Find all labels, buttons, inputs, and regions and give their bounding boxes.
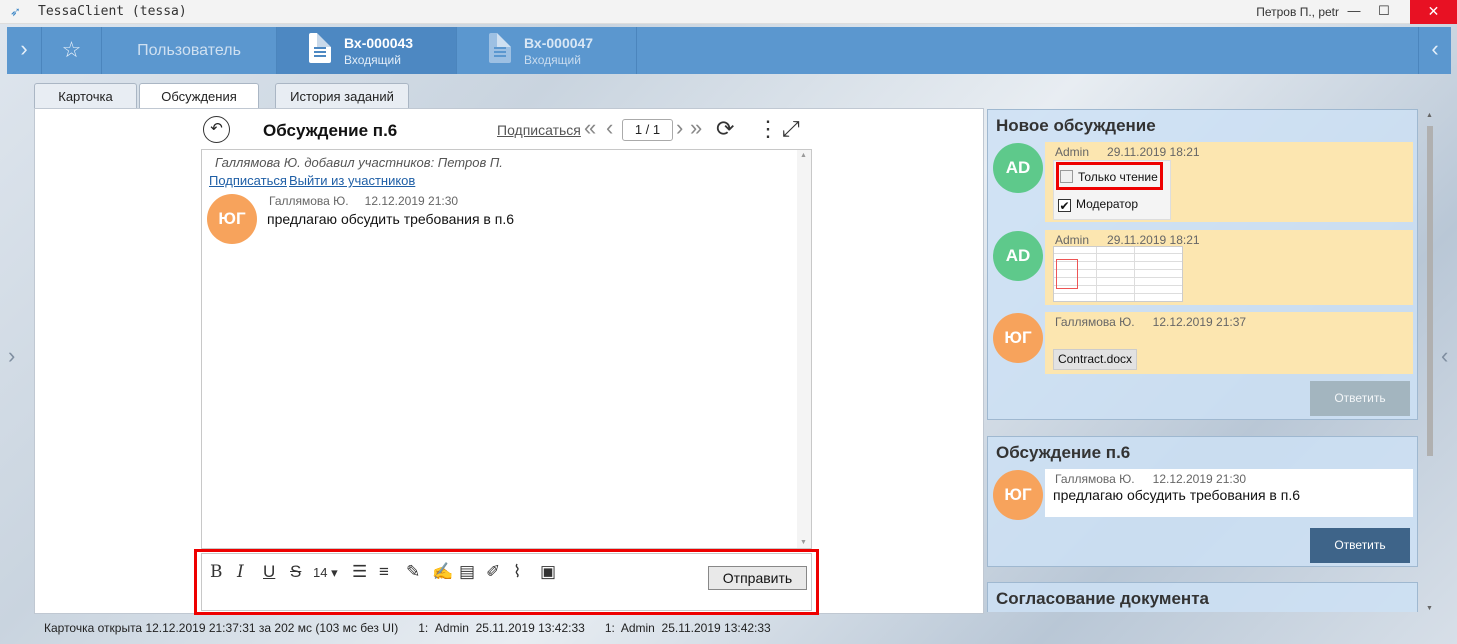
app-logo-icon: ➶ xyxy=(10,4,21,19)
discussion-title: Обсуждение п.6 xyxy=(263,121,398,140)
message-list[interactable]: Галлямова Ю. добавил участников: Петров … xyxy=(201,149,812,549)
image-icon[interactable]: ▣ xyxy=(540,562,556,582)
message-date: 12.12.2019 21:37 xyxy=(1152,315,1247,329)
message-date: 29.11.2019 18:21 xyxy=(1107,233,1200,247)
document-icon xyxy=(489,33,511,63)
italic-icon[interactable]: I xyxy=(237,562,244,582)
message-author: Галлямова Ю. xyxy=(1055,472,1135,486)
message-text: предлагаю обсудить требования в п.6 xyxy=(267,211,515,227)
system-message: Галлямова Ю. добавил участников: Петров … xyxy=(215,155,503,170)
avatar: AD xyxy=(993,143,1043,193)
scrollbar[interactable]: ▲ ▼ xyxy=(797,150,811,548)
highlight-box xyxy=(1056,162,1163,190)
attachment-file[interactable]: Contract.docx xyxy=(1053,349,1137,370)
avatar: AD xyxy=(993,231,1043,281)
message-text: предлагаю обсудить требования в п.6 xyxy=(1053,487,1301,503)
expand-icon[interactable]: ⤢ xyxy=(782,116,800,142)
leave-participants-link[interactable]: Выйти из участников xyxy=(289,173,415,188)
left-side-arrow-icon[interactable]: › xyxy=(8,343,15,369)
subscribe-link[interactable]: Подписаться xyxy=(497,122,581,138)
panel-title: Согласование документа xyxy=(996,589,1209,608)
table-icon[interactable]: ▤ xyxy=(459,562,475,582)
expand-menu-icon[interactable]: › xyxy=(7,27,42,74)
underline-icon[interactable]: U xyxy=(263,562,275,582)
card-tab-type: Входящий xyxy=(344,53,401,67)
title-bar: ➶ TessaClient (tessa) Петров П., petr — … xyxy=(0,0,1457,24)
edit-icon[interactable]: ✐ xyxy=(486,562,500,582)
card-tab-vx47[interactable]: Вх-000047 Входящий xyxy=(457,27,637,74)
message-date: 29.11.2019 18:21 xyxy=(1107,145,1200,159)
message-meta: Галлямова Ю. 12.12.2019 21:30 xyxy=(269,194,458,208)
card-tab-vx43[interactable]: Вх-000043 Входящий xyxy=(277,27,457,74)
message-date: 12.12.2019 21:30 xyxy=(1152,472,1247,486)
page-indicator[interactable]: 1 / 1 xyxy=(622,119,673,141)
approval-panel: Согласование документа xyxy=(987,582,1418,612)
message-editor: B I U S 14 ▾ ☰ ≡ ✎ ✍ ▤ ✐ ⌇ ▣ Отправить xyxy=(194,549,819,615)
signature-icon[interactable]: ✍ xyxy=(432,562,453,582)
favorites-star-icon[interactable]: ☆ xyxy=(42,27,102,74)
image-thumbnail[interactable] xyxy=(1053,246,1183,302)
header-bar: › ☆ Пользователь Вх-000043 Входящий Вх-0… xyxy=(7,27,1451,74)
first-page-icon[interactable]: « xyxy=(584,115,596,141)
bullet-list-icon[interactable]: ☰ xyxy=(352,562,367,582)
send-button[interactable]: Отправить xyxy=(708,566,807,590)
moderator-checkbox: ✔ Модератор xyxy=(1058,197,1138,212)
strikethrough-icon[interactable]: S xyxy=(290,562,301,582)
attach-icon[interactable]: ⌇ xyxy=(513,562,521,582)
tab-discussions[interactable]: Обсуждения xyxy=(139,83,259,110)
current-user: Петров П., petr xyxy=(1256,5,1339,19)
avatar: ЮГ xyxy=(993,470,1043,520)
message-meta: Admin 29.11.2019 18:21 xyxy=(1055,145,1200,159)
avatar: ЮГ xyxy=(207,194,257,244)
moderator-label: Модератор xyxy=(1076,197,1139,211)
right-side-arrow-icon[interactable]: ‹ xyxy=(1441,343,1448,369)
tab-card[interactable]: Карточка xyxy=(34,83,137,109)
message-author: Admin xyxy=(1055,145,1090,159)
numbered-list-icon[interactable]: ≡ xyxy=(379,562,389,582)
more-options-icon[interactable]: ⋮ xyxy=(757,116,779,142)
prev-page-icon[interactable]: ‹ xyxy=(606,115,613,141)
window-title: TessaClient (tessa) xyxy=(38,4,187,19)
close-button[interactable]: ✕ xyxy=(1410,0,1457,24)
pen-icon[interactable]: ✎ xyxy=(406,562,420,582)
subscribe-link-inline[interactable]: Подписаться xyxy=(209,173,287,188)
avatar: ЮГ xyxy=(993,313,1043,363)
card-tab-number: Вх-000043 xyxy=(344,35,414,51)
user-tab[interactable]: Пользователь xyxy=(102,27,277,74)
card-tab-number: Вх-000047 xyxy=(524,35,594,51)
message-meta: Галлямова Ю. 12.12.2019 21:37 xyxy=(1055,315,1246,329)
message-bubble: Галлямова Ю. 12.12.2019 21:30 предлагаю о… xyxy=(1045,469,1413,517)
message-meta: Admin 29.11.2019 18:21 xyxy=(1055,233,1200,247)
reply-button[interactable]: Ответить xyxy=(1310,381,1410,416)
message-date: 12.12.2019 21:30 xyxy=(364,194,459,208)
panel-title: Новое обсуждение xyxy=(996,116,1156,135)
panel-title: Обсуждение п.6 xyxy=(996,443,1131,462)
checkmark-icon: ✔ xyxy=(1058,199,1071,213)
message-author: Галлямова Ю. xyxy=(1055,315,1135,329)
message-author: Галлямова Ю. xyxy=(269,194,349,208)
card-tab-type: Входящий xyxy=(524,53,581,67)
collapse-panel-icon[interactable]: ‹ xyxy=(1418,27,1451,74)
message-author: Admin xyxy=(1055,233,1090,247)
refresh-icon[interactable]: ⟳ xyxy=(716,116,734,142)
next-page-icon[interactable]: › xyxy=(676,115,683,141)
editor-input[interactable]: B I U S 14 ▾ ☰ ≡ ✎ ✍ ▤ ✐ ⌇ ▣ Отправить xyxy=(201,553,812,611)
message-meta: Галлямова Ю. 12.12.2019 21:30 xyxy=(1055,472,1246,486)
back-icon[interactable]: ↶ xyxy=(203,116,230,143)
last-page-icon[interactable]: » xyxy=(690,115,702,141)
reply-button[interactable]: Ответить xyxy=(1310,528,1410,563)
status-bar: Карточка открыта 12.12.2019 21:37:31 за … xyxy=(44,621,771,635)
maximize-button[interactable]: ☐ xyxy=(1369,0,1399,24)
document-icon xyxy=(309,33,331,63)
minimize-button[interactable]: — xyxy=(1339,0,1369,24)
bold-icon[interactable]: B xyxy=(210,562,223,582)
right-panel-scrollbar[interactable]: ▲ ▼ xyxy=(1424,112,1436,612)
font-size-select[interactable]: 14 ▾ xyxy=(313,565,338,581)
tab-task-history[interactable]: История заданий xyxy=(275,83,409,109)
